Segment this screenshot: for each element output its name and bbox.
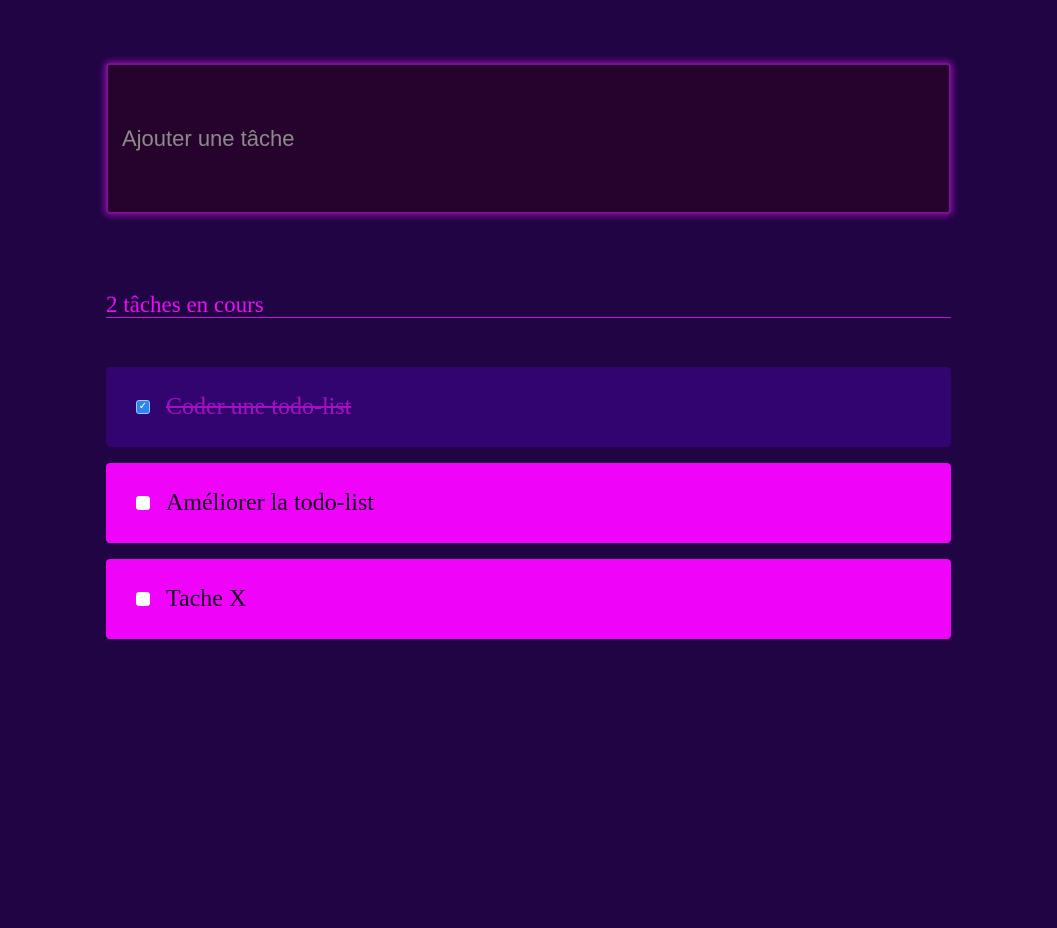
task-label: Améliorer la todo-list — [166, 489, 374, 516]
task-list: ✓ Coder une todo-list Améliorer la todo-… — [106, 367, 951, 655]
add-task-input[interactable] — [106, 63, 951, 214]
task-checkbox[interactable] — [136, 496, 150, 510]
task-label: Tache X — [166, 585, 247, 612]
tasks-in-progress-counter: 2 tâches en cours — [106, 290, 951, 318]
task-item[interactable]: Améliorer la todo-list — [106, 463, 951, 543]
task-item[interactable]: ✓ Coder une todo-list — [106, 367, 951, 447]
task-label: Coder une todo-list — [166, 393, 352, 420]
task-checkbox[interactable] — [136, 592, 150, 606]
checkmark-icon: ✓ — [138, 401, 148, 412]
task-checkbox[interactable]: ✓ — [136, 400, 150, 414]
task-item[interactable]: Tache X — [106, 559, 951, 639]
